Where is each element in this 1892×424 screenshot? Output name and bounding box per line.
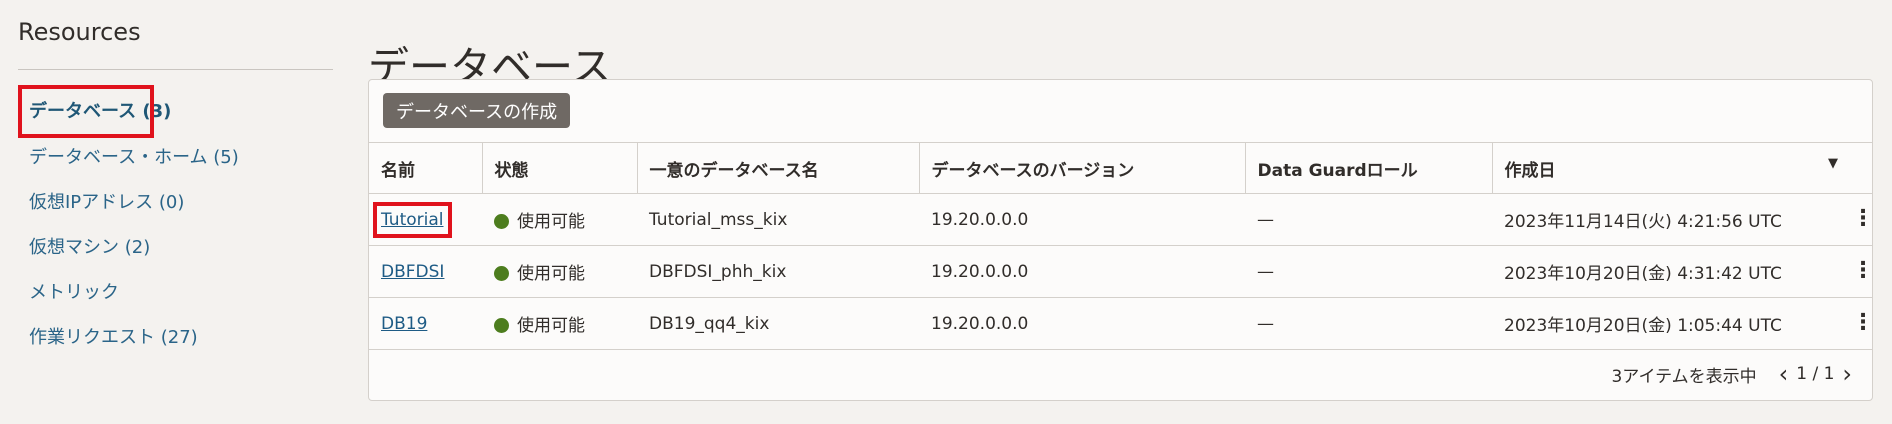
table-row: DBFDSI 使用可能 DBFDSI_phh_kix 19.20.0.0.0 —… — [369, 245, 1872, 298]
table-header-row: 名前 状態 一意のデータベース名 データベースのバージョン Data Guard… — [369, 142, 1872, 194]
database-name-link[interactable]: DB19 — [381, 314, 427, 334]
cell-name: DB19 — [369, 297, 482, 350]
sidebar-item-metrics[interactable]: メトリック — [18, 270, 239, 315]
column-header-unique-name[interactable]: 一意のデータベース名 — [637, 142, 920, 194]
column-header-state[interactable]: 状態 — [482, 142, 638, 194]
cell-unique-name: Tutorial_mss_kix — [637, 193, 919, 246]
database-name-link[interactable]: DBFDSI — [381, 262, 444, 282]
database-name-link[interactable]: Tutorial — [373, 201, 452, 238]
cell-data-guard-role: — — [1245, 297, 1492, 350]
cell-name: Tutorial — [369, 193, 482, 246]
status-dot-icon — [494, 214, 509, 229]
cell-data-guard-role: — — [1245, 193, 1492, 246]
pagination-summary: 3アイテムを表示中 — [1611, 366, 1757, 387]
cell-name: DBFDSI — [369, 245, 482, 298]
kebab-menu-icon[interactable]: ⋮ — [1852, 258, 1872, 283]
table-row: Tutorial 使用可能 Tutorial_mss_kix 19.20.0.0… — [369, 193, 1872, 246]
kebab-menu-icon[interactable]: ⋮ — [1852, 310, 1872, 335]
cell-created: 2023年10月20日(金) 1:05:44 UTC ⋮ — [1492, 297, 1872, 350]
sidebar-item-work-requests[interactable]: 作業リクエスト (27) — [18, 315, 239, 360]
cell-state: 使用可能 — [482, 245, 637, 298]
databases-table: 名前 状態 一意のデータベース名 データベースのバージョン Data Guard… — [369, 142, 1872, 350]
status-dot-icon — [494, 318, 509, 333]
column-header-data-guard-role[interactable]: Data Guardロール — [1245, 142, 1493, 194]
kebab-menu-icon[interactable]: ⋮ — [1852, 206, 1872, 231]
chevron-left-icon[interactable]: ‹ — [1771, 360, 1797, 388]
cell-version: 19.20.0.0.0 — [919, 245, 1245, 298]
created-date: 2023年10月20日(金) 1:05:44 UTC — [1504, 316, 1782, 336]
sidebar-item-virtual-machines[interactable]: 仮想マシン (2) — [18, 225, 239, 270]
state-label: 使用可能 — [517, 264, 585, 284]
chevron-right-icon[interactable]: › — [1834, 360, 1860, 388]
cell-state: 使用可能 — [482, 297, 637, 350]
cell-data-guard-role: — — [1245, 245, 1492, 298]
created-date: 2023年11月14日(火) 4:21:56 UTC — [1504, 212, 1782, 232]
cell-unique-name: DB19_qq4_kix — [637, 297, 919, 350]
resources-title: Resources — [18, 18, 141, 46]
sidebar-item-database-homes[interactable]: データベース・ホーム (5) — [18, 135, 239, 180]
created-date: 2023年10月20日(金) 4:31:42 UTC — [1504, 264, 1782, 284]
pagination-footer: 3アイテムを表示中 ‹ 1 / 1 › — [1611, 360, 1860, 388]
cell-version: 19.20.0.0.0 — [919, 193, 1245, 246]
column-header-created[interactable]: 作成日 ▼ — [1492, 142, 1872, 194]
sidebar-item-virtual-ip-addresses[interactable]: 仮想IPアドレス (0) — [18, 180, 239, 225]
pagination-page: 1 / 1 — [1796, 364, 1835, 384]
column-header-name[interactable]: 名前 — [369, 142, 483, 194]
cell-version: 19.20.0.0.0 — [919, 297, 1245, 350]
resources-sidebar: Resources データベース (3) データベース・ホーム (5) 仮想IP… — [0, 0, 340, 424]
sidebar-divider — [18, 69, 333, 70]
cell-state: 使用可能 — [482, 193, 637, 246]
state-label: 使用可能 — [517, 316, 585, 336]
table-row: DB19 使用可能 DB19_qq4_kix 19.20.0.0.0 — 202… — [369, 297, 1872, 350]
cell-created: 2023年11月14日(火) 4:21:56 UTC ⋮ — [1492, 193, 1872, 246]
sort-caret-down-icon[interactable]: ▼ — [1828, 156, 1838, 171]
databases-table-card: データベースの作成 名前 状態 一意のデータベース名 データベースのバージョン … — [368, 79, 1873, 401]
resources-nav: データベース (3) データベース・ホーム (5) 仮想IPアドレス (0) 仮… — [18, 85, 239, 360]
create-database-button[interactable]: データベースの作成 — [383, 93, 571, 128]
sidebar-item-databases[interactable]: データベース (3) — [18, 85, 171, 138]
column-header-created-label: 作成日 — [1504, 160, 1556, 181]
column-header-version[interactable]: データベースのバージョン — [919, 142, 1246, 194]
cell-unique-name: DBFDSI_phh_kix — [637, 245, 919, 298]
cell-created: 2023年10月20日(金) 4:31:42 UTC ⋮ — [1492, 245, 1872, 298]
status-dot-icon — [494, 266, 509, 281]
state-label: 使用可能 — [517, 212, 585, 232]
